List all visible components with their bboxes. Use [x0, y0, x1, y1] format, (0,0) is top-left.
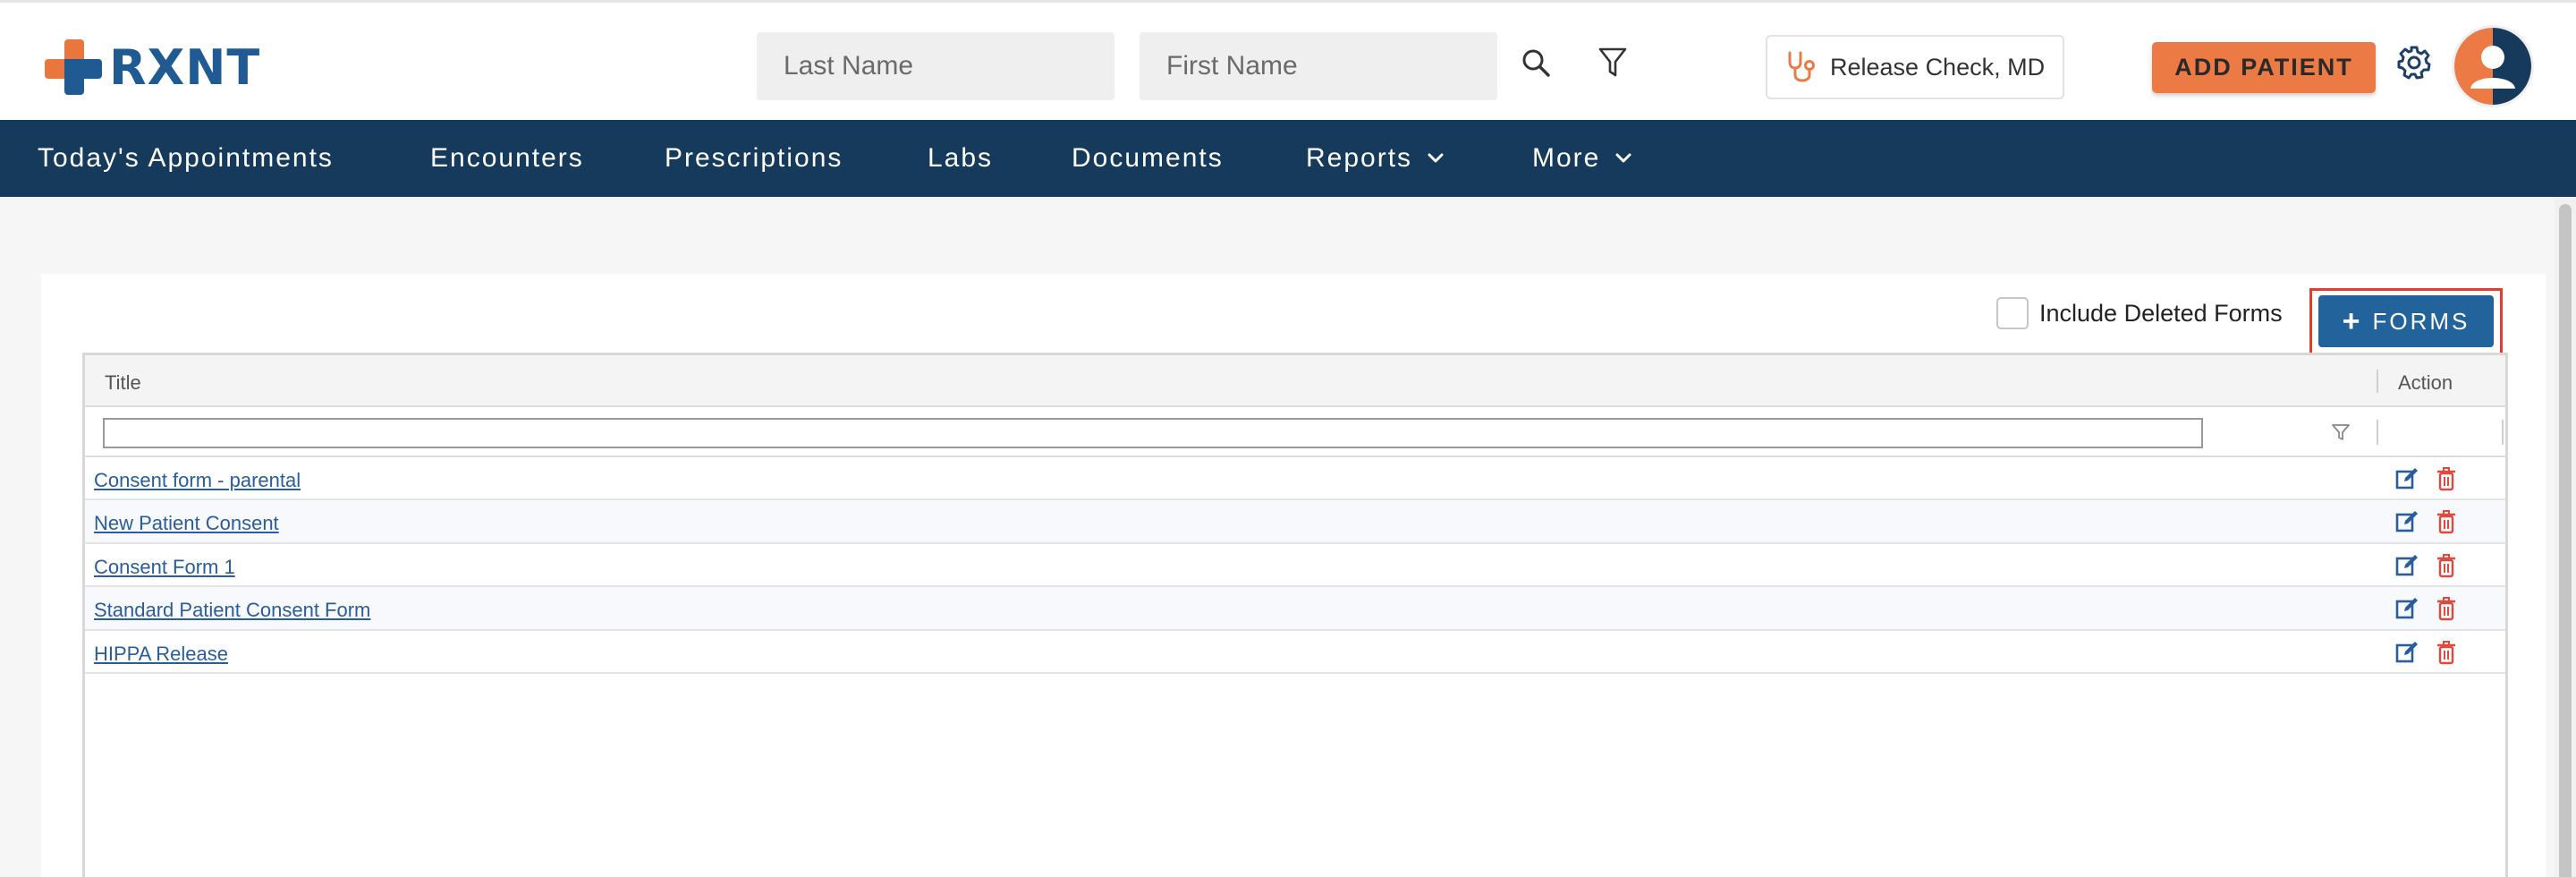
trash-icon[interactable]: [2436, 596, 2457, 621]
edit-icon[interactable]: [2394, 466, 2419, 491]
chevron-down-icon: [1614, 152, 1632, 165]
page-scrollbar[interactable]: [2555, 197, 2576, 877]
nav-item-encounters[interactable]: Encounters: [430, 120, 584, 197]
nav-item-label: Documents: [1072, 143, 1224, 173]
nav-item-reports[interactable]: Reports: [1306, 120, 1445, 197]
nav-item-label: Reports: [1306, 143, 1413, 173]
column-divider: [2377, 420, 2378, 445]
table-row: Consent form - parental: [85, 457, 2505, 501]
filter-icon[interactable]: [2330, 421, 2351, 443]
add-patient-button[interactable]: ADD PATIENT: [2152, 42, 2376, 93]
search-button[interactable]: [1515, 42, 1556, 83]
column-header-title[interactable]: Title: [105, 371, 141, 395]
logo-text: RXNT: [109, 38, 261, 96]
column-divider: [2502, 420, 2504, 445]
include-deleted-forms-toggle[interactable]: Include Deleted Forms: [1996, 297, 2283, 329]
form-title-link[interactable]: Consent Form 1: [94, 556, 235, 579]
first-name-input[interactable]: [1140, 32, 1497, 100]
include-deleted-checkbox[interactable]: [1996, 297, 2029, 329]
column-divider: [2377, 370, 2378, 393]
form-title-link[interactable]: Consent form - parental: [94, 469, 301, 492]
gear-icon: [2397, 46, 2431, 80]
add-forms-label: FORMS: [2372, 307, 2470, 335]
filter-icon: [1598, 47, 1627, 77]
app-header: RXNT Release Check, MD ADD PATIENT: [0, 0, 2576, 120]
rxnt-logo[interactable]: RXNT: [41, 35, 265, 99]
nav-item-todays-appointments[interactable]: Today's Appointments: [38, 120, 334, 197]
grid-header: Title Action: [85, 355, 2505, 407]
edit-icon[interactable]: [2394, 596, 2419, 621]
settings-button[interactable]: [2394, 42, 2435, 83]
edit-icon[interactable]: [2394, 553, 2419, 578]
provider-label: Release Check, MD: [1830, 53, 2046, 81]
table-row: New Patient Consent: [85, 500, 2505, 544]
nav-item-labs[interactable]: Labs: [928, 120, 993, 197]
scrollbar-thumb[interactable]: [2559, 204, 2572, 877]
form-title-link[interactable]: New Patient Consent: [94, 512, 279, 535]
user-avatar[interactable]: [2454, 28, 2531, 105]
form-title-link[interactable]: Standard Patient Consent Form: [94, 599, 370, 622]
column-header-action: Action: [2398, 371, 2453, 394]
nav-item-label: Today's Appointments: [38, 143, 334, 173]
nav-item-more[interactable]: More: [1532, 120, 1632, 197]
grid-filter-row: [85, 407, 2505, 457]
grid-body: Consent form - parental New Patient Cons…: [85, 457, 2505, 674]
title-filter-input[interactable]: [103, 418, 2203, 448]
trash-icon[interactable]: [2436, 466, 2457, 491]
chevron-down-icon: [1427, 152, 1445, 165]
table-row: HIPPA Release: [85, 631, 2505, 674]
nav-item-label: More: [1532, 143, 1601, 173]
trash-icon[interactable]: [2436, 553, 2457, 578]
provider-selector[interactable]: Release Check, MD: [1766, 35, 2064, 99]
main-nav: Today's Appointments Encounters Prescrip…: [0, 120, 2576, 197]
logo-cross-icon: [41, 36, 104, 98]
search-icon: [1522, 49, 1550, 77]
nav-item-prescriptions[interactable]: Prescriptions: [665, 120, 843, 197]
page: RXNT Release Check, MD ADD PATIENT: [0, 0, 2576, 877]
avatar-icon: [2454, 28, 2531, 105]
stethoscope-icon: [1788, 51, 1815, 82]
add-forms-button[interactable]: + FORMS: [2318, 295, 2494, 347]
edit-icon[interactable]: [2394, 640, 2419, 665]
trash-icon[interactable]: [2436, 640, 2457, 665]
table-row: Consent Form 1: [85, 544, 2505, 588]
table-row: Standard Patient Consent Form: [85, 587, 2505, 631]
filter-button[interactable]: [1592, 42, 1633, 83]
include-deleted-label: Include Deleted Forms: [2039, 299, 2283, 327]
nav-item-label: Prescriptions: [665, 143, 843, 173]
last-name-input[interactable]: [757, 32, 1114, 100]
plus-icon: +: [2342, 303, 2360, 338]
trash-icon[interactable]: [2436, 509, 2457, 534]
nav-item-label: Encounters: [430, 143, 584, 173]
nav-item-documents[interactable]: Documents: [1072, 120, 1224, 197]
forms-grid: Title Action Consent form - parental New…: [82, 353, 2508, 877]
edit-icon[interactable]: [2394, 509, 2419, 534]
form-title-link[interactable]: HIPPA Release: [94, 643, 228, 666]
nav-item-label: Labs: [928, 143, 994, 173]
